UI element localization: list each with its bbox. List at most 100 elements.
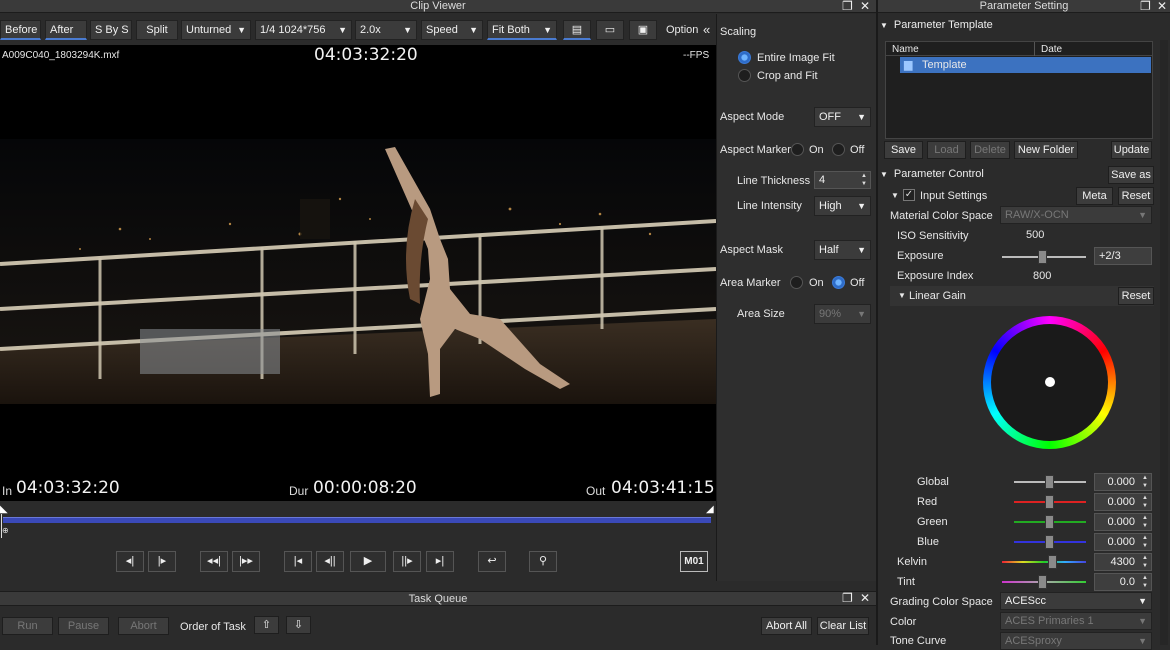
side-by-side-button[interactable]: S By S — [90, 20, 132, 40]
layout-icon-2[interactable]: ▭ — [596, 20, 624, 40]
out-marker-icon[interactable]: ◢ — [706, 504, 714, 515]
stepper-icon[interactable]: ▲ ▼ — [1139, 534, 1151, 550]
step-back-button[interactable]: ◂|| — [316, 551, 344, 572]
aspect-mask-select[interactable]: Half ▼ — [814, 240, 871, 260]
close-icon[interactable]: ✕ — [860, 0, 870, 13]
untur-select[interactable]: Unturned ▼ — [181, 20, 251, 40]
input-settings-checkbox[interactable]: ✓ — [903, 189, 915, 201]
move-down-icon[interactable]: ⇩ — [286, 616, 311, 634]
run-button[interactable]: Run — [2, 617, 53, 635]
mcs-select[interactable]: RAW/X-OCN ▼ — [1000, 206, 1152, 224]
loop-button[interactable]: ↩ — [478, 551, 506, 572]
abort-all-button[interactable]: Abort All — [761, 617, 812, 635]
template-section-header[interactable]: ▼ Parameter Template — [880, 16, 993, 35]
area-size-select[interactable]: 90% ▼ — [814, 304, 871, 324]
kelvin-slider[interactable] — [1002, 555, 1086, 569]
collapse-triangle-icon[interactable]: ▼ — [891, 191, 899, 200]
goto-in-button[interactable]: ◂◂| — [200, 551, 228, 572]
aspect-mode-select[interactable]: OFF ▼ — [814, 107, 871, 127]
stepper-icon[interactable]: ▲ ▼ — [1139, 514, 1151, 530]
slider-thumb[interactable] — [1045, 535, 1054, 549]
line-thickness-field[interactable]: 4 ▲ ▼ — [814, 171, 871, 189]
after-button[interactable]: After — [45, 20, 87, 40]
linear-gain-reset-button[interactable]: Reset — [1118, 287, 1154, 305]
color-select[interactable]: ACES Primaries 1 ▼ — [1000, 612, 1152, 630]
load-button[interactable]: Load — [927, 141, 966, 159]
split-button[interactable]: Split — [136, 20, 178, 40]
restore-icon[interactable]: ❐ — [1140, 0, 1151, 13]
playhead-icon[interactable]: ⊕ — [1, 514, 9, 538]
m01-button[interactable]: M01 — [680, 551, 708, 572]
save-button[interactable]: Save — [884, 141, 923, 159]
color-wheel-handle[interactable] — [1045, 377, 1055, 387]
mark-in-button[interactable]: ◂| — [116, 551, 144, 572]
timeline-track[interactable] — [3, 517, 711, 523]
exposure-slider[interactable] — [1002, 250, 1086, 264]
marker-button[interactable]: ⚲ — [529, 551, 557, 572]
red-slider[interactable] — [1014, 495, 1086, 509]
aspect-marker-off-radio[interactable] — [832, 143, 845, 156]
red-field[interactable]: 0.000 ▲ ▼ — [1094, 493, 1152, 511]
tint-slider[interactable] — [1002, 575, 1086, 589]
global-field[interactable]: 0.000 ▲ ▼ — [1094, 473, 1152, 491]
stepper-icon[interactable]: ▲ ▼ — [1139, 574, 1151, 590]
aspect-marker-on-radio[interactable] — [791, 143, 804, 156]
line-intensity-select[interactable]: High ▼ — [814, 196, 871, 216]
clear-list-button[interactable]: Clear List — [817, 617, 869, 635]
area-marker-on-radio[interactable] — [790, 276, 803, 289]
skip-end-button[interactable]: ▸| — [426, 551, 454, 572]
layout-icon-3[interactable]: ▣ — [629, 20, 657, 40]
gcs-select[interactable]: ACEScc ▼ — [1000, 592, 1152, 610]
collapse-icon[interactable]: « — [703, 22, 710, 37]
skip-start-button[interactable]: |◂ — [284, 551, 312, 572]
crop-fit-radio[interactable] — [738, 69, 751, 82]
slider-thumb[interactable] — [1045, 475, 1054, 489]
global-slider[interactable] — [1014, 475, 1086, 489]
input-reset-button[interactable]: Reset — [1118, 187, 1154, 205]
green-slider[interactable] — [1014, 515, 1086, 529]
blue-slider[interactable] — [1014, 535, 1086, 549]
before-button[interactable]: Before — [0, 20, 41, 40]
restore-icon[interactable]: ❐ — [842, 0, 853, 13]
pause-button[interactable]: Pause — [58, 617, 109, 635]
scrollbar[interactable] — [1160, 40, 1168, 645]
stepper-icon[interactable]: ▲ ▼ — [1139, 554, 1151, 570]
speed-select[interactable]: Speed ▼ — [421, 20, 483, 40]
play-button[interactable]: ▶ — [350, 551, 386, 572]
blue-field[interactable]: 0.000 ▲ ▼ — [1094, 533, 1152, 551]
stepper-icon[interactable]: ▲ ▼ — [1139, 474, 1151, 490]
option-label[interactable]: Option — [666, 24, 698, 36]
stepper-icon[interactable]: ▲ ▼ — [858, 172, 870, 188]
restore-icon[interactable]: ❐ — [842, 592, 853, 605]
close-icon[interactable]: ✕ — [860, 592, 870, 605]
entire-fit-radio[interactable] — [738, 51, 751, 64]
close-icon[interactable]: ✕ — [1157, 0, 1167, 13]
slider-thumb[interactable] — [1045, 495, 1054, 509]
kelvin-field[interactable]: 4300 ▲ ▼ — [1094, 553, 1152, 571]
fit-select[interactable]: Fit Both ▼ — [487, 20, 557, 40]
mark-out-button[interactable]: |▸ — [148, 551, 176, 572]
zoom-select[interactable]: 2.0x ▼ — [355, 20, 417, 40]
abort-button[interactable]: Abort — [118, 617, 169, 635]
slider-thumb[interactable] — [1038, 250, 1047, 264]
move-up-icon[interactable]: ⇧ — [254, 616, 279, 634]
slider-thumb[interactable] — [1038, 575, 1047, 589]
exposure-field[interactable]: +2/3 — [1094, 247, 1152, 265]
delete-button[interactable]: Delete — [970, 141, 1010, 159]
goto-out-button[interactable]: |▸▸ — [232, 551, 260, 572]
slider-thumb[interactable] — [1048, 555, 1057, 569]
stepper-icon[interactable]: ▲ ▼ — [1139, 494, 1151, 510]
col-date[interactable]: Date — [1041, 44, 1062, 55]
resolution-select[interactable]: 1/4 1024*756 ▼ — [255, 20, 352, 40]
save-as-button[interactable]: Save as — [1108, 166, 1154, 184]
area-marker-off-radio[interactable] — [832, 276, 845, 289]
tint-field[interactable]: 0.0 ▲ ▼ — [1094, 573, 1152, 591]
layout-icon-1[interactable]: ▤ — [563, 20, 591, 40]
slider-thumb[interactable] — [1045, 515, 1054, 529]
tone-curve-select[interactable]: ACESproxy ▼ — [1000, 632, 1152, 650]
col-name[interactable]: Name — [892, 44, 919, 55]
control-section-header[interactable]: ▼ Parameter Control — [880, 165, 984, 184]
meta-button[interactable]: Meta — [1076, 187, 1113, 205]
green-field[interactable]: 0.000 ▲ ▼ — [1094, 513, 1152, 531]
update-button[interactable]: Update — [1111, 141, 1152, 159]
